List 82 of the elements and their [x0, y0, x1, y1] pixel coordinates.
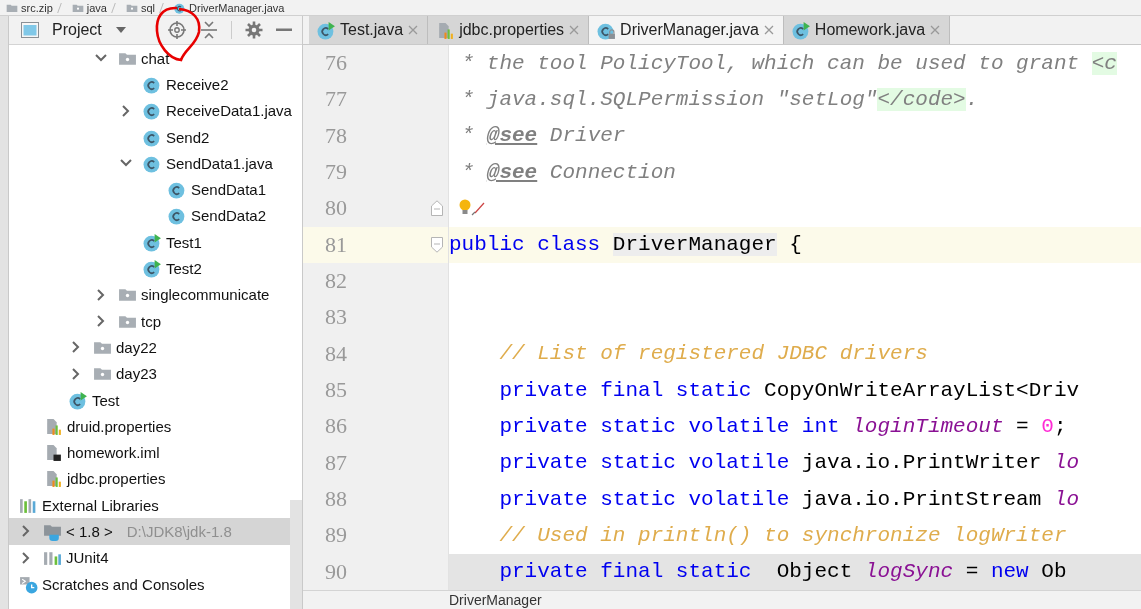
runnable-class-icon	[69, 390, 88, 410]
line-number: 86	[324, 413, 348, 440]
class-icon	[143, 101, 162, 121]
tree-item[interactable]: chat	[9, 45, 290, 72]
tree-item[interactable]: Receive2	[9, 71, 290, 98]
runnable-class-icon	[791, 20, 811, 40]
close-icon[interactable]	[762, 24, 775, 36]
line-number: 85	[324, 377, 348, 404]
tree-item[interactable]: ReceiveData1.java	[9, 97, 290, 124]
panel-title[interactable]: Project	[52, 21, 102, 39]
tree-item[interactable]: homework.iml	[9, 439, 290, 466]
editor-tab[interactable]: Test.java	[309, 16, 429, 44]
tree-item[interactable]: day23	[9, 360, 290, 387]
properties-file-icon	[436, 20, 456, 40]
class-icon	[168, 206, 187, 226]
class-icon	[168, 180, 187, 200]
code-line: private final static Object logSync = new Ob	[498, 560, 1067, 584]
breadcrumb-item[interactable]: sql	[125, 1, 156, 14]
runnable-class-icon	[143, 259, 162, 278]
editor-tab[interactable]: jdbc.properties	[428, 16, 590, 44]
line-number: 82	[324, 268, 348, 295]
breadcrumb-item[interactable]: java	[71, 1, 107, 14]
code-line: // List of registered JDBC drivers	[498, 342, 928, 366]
code-line: public class DriverManager {	[449, 233, 802, 257]
settings-icon[interactable]	[245, 21, 263, 39]
line-number: 79	[324, 159, 348, 186]
collapse-all-icon[interactable]	[200, 20, 218, 40]
crosshair-icon[interactable]	[167, 20, 187, 40]
line-number: 81	[324, 231, 348, 258]
tree-item[interactable]: day22	[9, 334, 290, 361]
line-number: 90	[324, 558, 348, 585]
line-number: 80	[324, 195, 348, 222]
code-line: * @see Driver	[460, 124, 626, 148]
code-line: private static volatile int loginTimeout = 0;	[498, 414, 1067, 438]
class-icon	[174, 1, 187, 14]
tree-item[interactable]: Test1	[9, 229, 290, 256]
minimize-icon[interactable]	[276, 28, 292, 32]
line-number: 87	[324, 449, 348, 476]
properties-file-icon	[44, 416, 63, 436]
code-line: * the tool PolicyTool, which can be used to grant <c	[460, 51, 1117, 75]
line-number: 76	[324, 50, 348, 77]
code-line: * java.sql.SQLPermission "setLog"</code>.	[460, 88, 979, 111]
tree-item[interactable]: < 1.8 > D:\JDK8\jdk-1.8	[9, 518, 290, 545]
tree-item[interactable]: tcp	[9, 307, 290, 335]
panel-icon[interactable]	[21, 22, 39, 38]
folder-cup-icon	[43, 522, 62, 541]
tree-item[interactable]: druid.properties	[9, 413, 290, 440]
module-file-icon	[44, 443, 63, 463]
tree-item[interactable]: Test	[9, 386, 290, 414]
runnable-class-icon	[143, 232, 162, 252]
code-line: * @see Connection	[460, 160, 676, 184]
line-number: 78	[324, 122, 348, 149]
code-line: private final static CopyOnWriteArrayList<Driv	[498, 378, 1080, 402]
editor-tab[interactable]: Homework.java	[783, 16, 951, 44]
properties-file-icon	[44, 469, 63, 489]
line-number: 83	[324, 304, 348, 331]
tree-item[interactable]: Send2	[9, 123, 290, 151]
tree-item[interactable]: SendData1	[9, 176, 290, 203]
tree-item[interactable]: jdbc.properties	[9, 465, 290, 493]
clock-folder-icon	[19, 574, 38, 594]
line-number: 84	[324, 340, 348, 367]
tree-item[interactable]: singlecommunicate	[9, 281, 290, 308]
fold-marker-icon[interactable]	[431, 200, 443, 217]
tree-item[interactable]: Test2	[9, 255, 290, 282]
code-line: // Used in println() to synchronize logWriter	[498, 523, 1067, 547]
tree-item[interactable]: JUnit4	[9, 544, 290, 571]
fold-marker-icon[interactable]	[431, 236, 443, 253]
line-number: 89	[324, 522, 348, 549]
tree-item[interactable]: SendData1.java	[9, 150, 290, 177]
dropdown-caret-icon[interactable]	[114, 26, 127, 34]
tree-item[interactable]: Scratches and Consoles	[9, 570, 290, 598]
code-line: private static volatile java.io.PrintWriter lo	[498, 451, 1080, 475]
tree-item[interactable]: External Libraries	[9, 492, 290, 519]
tree-item[interactable]: SendData2	[9, 202, 290, 230]
scrollbar[interactable]	[290, 500, 302, 609]
runnable-class-icon	[317, 20, 336, 40]
breadcrumb-item[interactable]: DriverManager	[449, 592, 542, 608]
line-number: 88	[324, 486, 348, 513]
line-number: 77	[324, 86, 348, 113]
breadcrumb-item[interactable]: src.zip	[6, 1, 53, 14]
breadcrumb-item[interactable]: DriverManager.java	[174, 1, 285, 14]
code-line: private static volatile java.io.PrintStream lo	[498, 487, 1080, 511]
